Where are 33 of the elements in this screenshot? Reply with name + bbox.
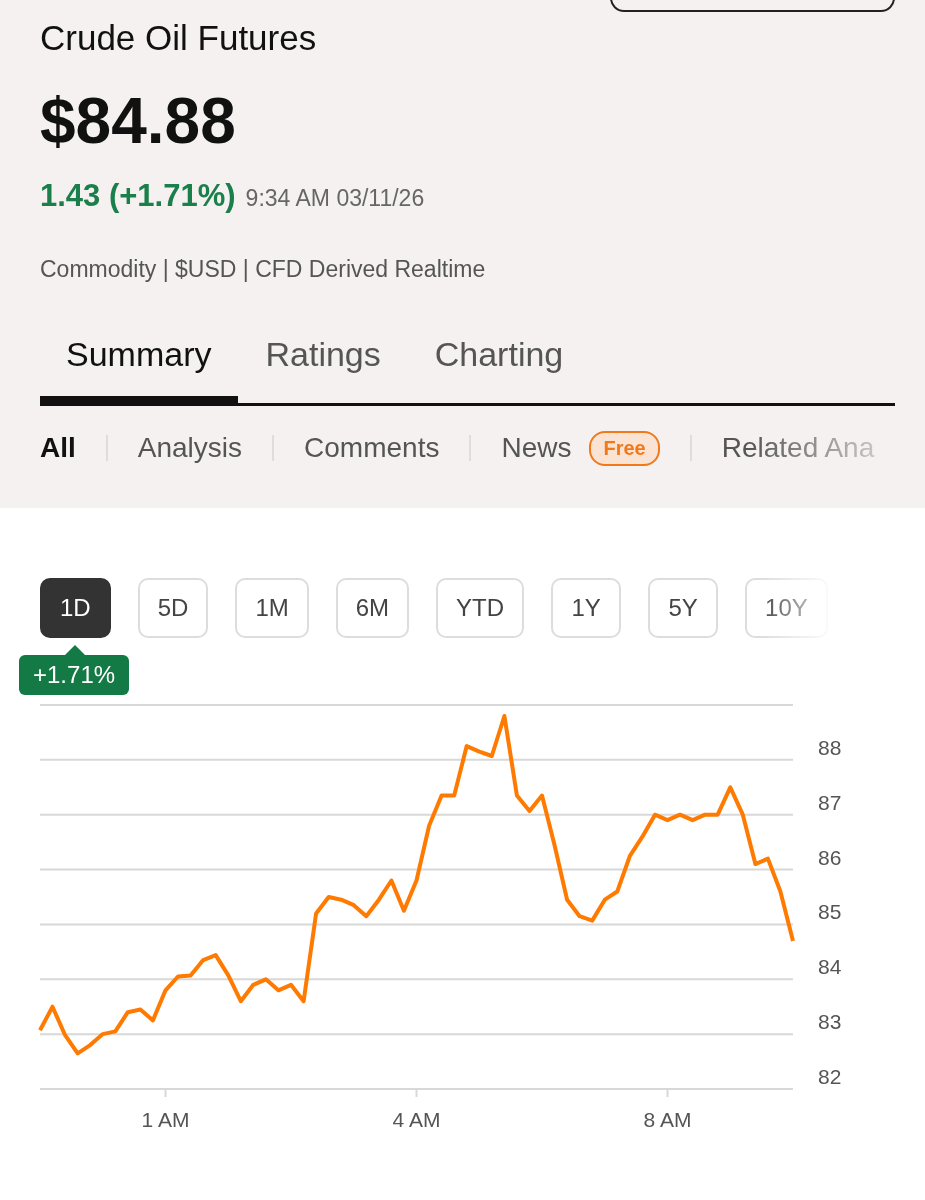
axis-label: 86 bbox=[818, 845, 842, 869]
timestamp: 9:34 AM 03/11/26 bbox=[245, 185, 425, 212]
axis-label: 84 bbox=[818, 955, 842, 979]
sub-tab[interactable]: Analysis bbox=[137, 426, 243, 470]
axis-label: 88 bbox=[818, 735, 842, 759]
tab[interactable]: Ratings bbox=[238, 327, 408, 406]
range-button[interactable]: 6M bbox=[335, 578, 410, 638]
instrument-title: Crude Oil Futures bbox=[40, 17, 317, 58]
range-button[interactable]: 10Y bbox=[745, 578, 828, 638]
range-button[interactable]: 5Y bbox=[648, 578, 719, 638]
sub-tab[interactable]: All bbox=[40, 426, 76, 470]
range-button[interactable]: 1Y bbox=[551, 578, 622, 638]
sub-tab[interactable]: Comments bbox=[304, 426, 440, 470]
range-button[interactable]: 1D bbox=[40, 578, 111, 638]
axis-label: 85 bbox=[818, 900, 842, 924]
axis-label: 4 AM bbox=[392, 1108, 441, 1131]
sub-tab[interactable]: News bbox=[501, 426, 572, 470]
tab[interactable]: Summary bbox=[40, 327, 239, 406]
axis-label: 8 AM bbox=[643, 1108, 692, 1131]
tooltip-pointer-icon bbox=[65, 645, 85, 655]
axis-label: 83 bbox=[818, 1010, 842, 1034]
axis-label: 82 bbox=[818, 1065, 842, 1088]
axis-label: 1 AM bbox=[141, 1108, 190, 1131]
tab[interactable]: Charting bbox=[407, 327, 591, 406]
price: $84.88 bbox=[40, 86, 237, 156]
instrument-meta: Commodity | $USD | CFD Derived Realtime bbox=[40, 256, 487, 283]
sub-tab[interactable]: Related Ana bbox=[721, 426, 875, 470]
free-badge: Free bbox=[589, 430, 660, 466]
range-button[interactable]: YTD bbox=[436, 578, 525, 638]
price-change: 1.43 (+1.71%) bbox=[40, 178, 236, 214]
range-button[interactable]: 5D bbox=[137, 578, 209, 638]
range-button[interactable]: 1M bbox=[235, 578, 309, 638]
axis-label: 87 bbox=[818, 790, 842, 814]
